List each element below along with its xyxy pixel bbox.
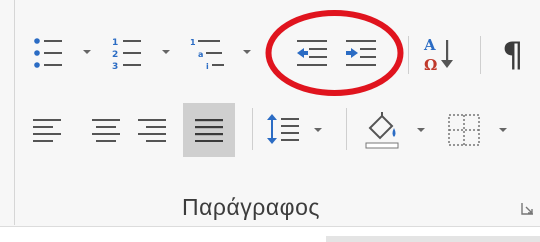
pilcrow-icon: ¶ bbox=[502, 35, 524, 75]
line-spacing-button[interactable] bbox=[267, 112, 303, 148]
shading-icon bbox=[365, 112, 399, 149]
numbering-dropdown-arrow[interactable] bbox=[162, 50, 170, 54]
separator bbox=[252, 108, 253, 150]
align-right-button[interactable] bbox=[138, 118, 170, 142]
show-formatting-marks-button[interactable]: ¶ bbox=[502, 38, 524, 72]
svg-text:Ω: Ω bbox=[424, 56, 437, 74]
sort-icon: A Ω bbox=[423, 36, 453, 74]
justify-button[interactable] bbox=[183, 103, 235, 157]
line-spacing-icon bbox=[267, 114, 299, 144]
separator bbox=[480, 36, 481, 74]
group-divider bbox=[14, 0, 15, 225]
borders-button[interactable] bbox=[447, 113, 481, 147]
dialog-launcher-icon bbox=[521, 203, 533, 215]
borders-dropdown-arrow[interactable] bbox=[499, 128, 507, 132]
ribbon-edge bbox=[326, 236, 540, 242]
align-center-icon bbox=[92, 119, 120, 142]
ribbon-bottom-border bbox=[0, 226, 540, 242]
highlight-annotation-ellipse bbox=[265, 10, 404, 96]
increase-indent-button[interactable] bbox=[344, 38, 380, 70]
group-label: Παράγραφος bbox=[182, 194, 320, 220]
align-left-button[interactable] bbox=[33, 118, 65, 142]
shading-dropdown-arrow[interactable] bbox=[417, 128, 425, 132]
justify-icon bbox=[195, 119, 223, 142]
svg-text:a: a bbox=[198, 50, 203, 59]
sort-button[interactable]: A Ω bbox=[422, 34, 462, 74]
svg-text:A: A bbox=[423, 36, 436, 54]
dialog-launcher-button[interactable] bbox=[521, 202, 535, 216]
multilevel-list-icon: 1 a i bbox=[190, 38, 224, 71]
borders-icon bbox=[448, 114, 480, 146]
separator bbox=[346, 108, 347, 150]
multilevel-dropdown-arrow[interactable] bbox=[243, 50, 251, 54]
paragraph-ribbon-group: 1 2 3 1 a i A Ω ¶ Παράγραφος bbox=[0, 0, 540, 241]
svg-text:1: 1 bbox=[190, 38, 196, 47]
svg-text:3: 3 bbox=[112, 62, 118, 72]
shading-button[interactable] bbox=[362, 110, 402, 152]
decrease-indent-icon bbox=[297, 40, 327, 66]
increase-indent-icon bbox=[346, 40, 376, 66]
multilevel-list-button[interactable]: 1 a i bbox=[190, 36, 230, 72]
align-center-button[interactable] bbox=[92, 118, 124, 142]
numbering-button[interactable]: 1 2 3 bbox=[111, 36, 147, 72]
numbering-icon: 1 2 3 bbox=[112, 38, 141, 72]
svg-text:2: 2 bbox=[112, 50, 118, 60]
svg-text:i: i bbox=[206, 62, 209, 71]
bullets-button[interactable] bbox=[32, 36, 68, 72]
align-right-icon bbox=[138, 119, 166, 142]
bullets-icon bbox=[34, 38, 62, 68]
bullets-dropdown-arrow[interactable] bbox=[83, 50, 91, 54]
decrease-indent-button[interactable] bbox=[295, 38, 331, 70]
line-spacing-dropdown-arrow[interactable] bbox=[314, 128, 322, 132]
svg-text:1: 1 bbox=[112, 38, 118, 48]
separator bbox=[408, 36, 409, 74]
align-left-icon bbox=[33, 119, 61, 142]
